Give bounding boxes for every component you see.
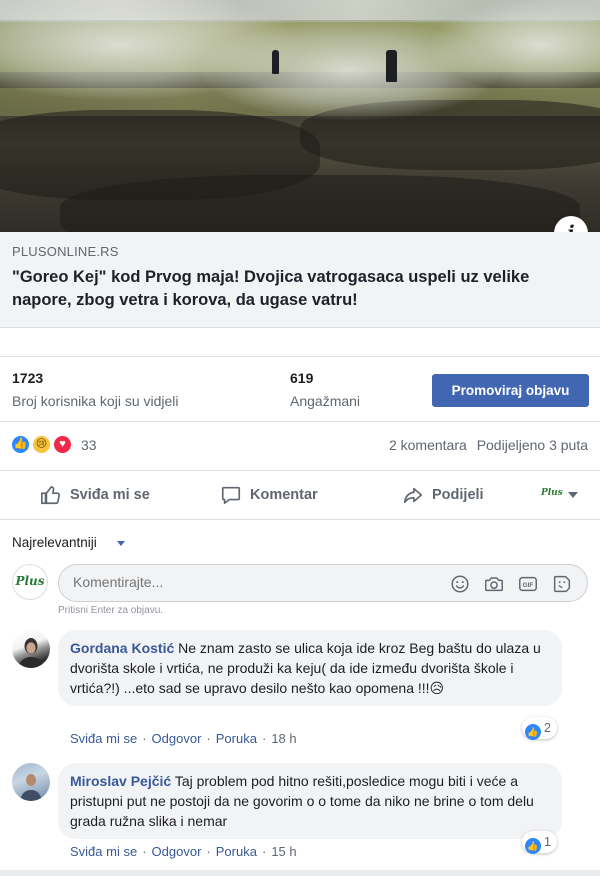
post-card: i PLUSONLINE.RS "Goreo Kej" kod Prvog ma…: [0, 0, 600, 870]
comment-input[interactable]: [73, 574, 423, 590]
comment-reply-link[interactable]: Odgovor: [152, 731, 202, 746]
comment-count[interactable]: 2 komentara: [389, 437, 467, 453]
share-count[interactable]: Podijeljeno 3 puta: [477, 437, 588, 453]
sticker-icon[interactable]: [551, 573, 573, 595]
comment-time[interactable]: 15 h: [271, 844, 296, 859]
comment-sort-dropdown[interactable]: Najrelevantniji: [12, 535, 97, 550]
svg-text:GIF: GIF: [523, 582, 534, 589]
comment-message-link[interactable]: Poruka: [216, 844, 257, 859]
action-bar: Sviđa mi se Komentar Podijeli Plus: [0, 470, 600, 520]
comment-time[interactable]: 18 h: [271, 731, 296, 746]
page-avatar[interactable]: Plus: [12, 564, 48, 600]
comment-bubble: Gordana Kostić Ne znam zasto se ulica ko…: [58, 630, 562, 706]
like-icon[interactable]: 👍: [10, 434, 31, 455]
comment-like-link[interactable]: Sviđa mi se: [70, 844, 137, 859]
comment-composer[interactable]: GIF: [58, 564, 588, 602]
chevron-down-icon[interactable]: [568, 492, 578, 498]
avatar[interactable]: [12, 763, 50, 801]
sad-icon[interactable]: 😢: [31, 434, 52, 455]
like-button[interactable]: Sviđa mi se: [40, 484, 170, 506]
sort-caret-icon[interactable]: [117, 541, 125, 546]
reactions-summary: 👍 😢 ♥ 33 2 komentara Podijeljeno 3 puta: [0, 428, 600, 462]
comment-bubble: Miroslav Pejčić Taj problem pod hitno re…: [58, 763, 562, 839]
like-icon: 👍: [525, 724, 541, 740]
firefighter-figure: [386, 50, 397, 82]
love-icon[interactable]: ♥: [52, 434, 73, 455]
post-insights: 1723 Broj korisnika koji su vidjeli 619 …: [0, 356, 600, 422]
promote-post-button[interactable]: Promoviraj objavu: [432, 374, 589, 407]
reaction-count[interactable]: 33: [81, 437, 97, 453]
comment-icon: [221, 486, 241, 505]
comment-reaction-count[interactable]: 👍 2: [522, 717, 557, 740]
link-title[interactable]: "Goreo Kej" kod Prvog maja! Dvojica vatr…: [12, 266, 572, 312]
comment-like-link[interactable]: Sviđa mi se: [70, 731, 137, 746]
link-domain: PLUSONLINE.RS: [12, 244, 119, 259]
comment-meta: Sviđa mi se · Odgovor · Poruka · 15 h: [70, 844, 297, 859]
comment-author[interactable]: Miroslav Pejčić: [70, 773, 171, 789]
thumbs-up-icon: [41, 485, 61, 505]
comment-meta: Sviđa mi se · Odgovor · Poruka · 18 h: [70, 731, 297, 746]
comment-reaction-count[interactable]: 👍 1: [522, 831, 557, 854]
firefighter-figure: [272, 50, 279, 74]
camera-icon[interactable]: [483, 573, 505, 595]
emoji-icon[interactable]: [449, 573, 471, 595]
comment-author[interactable]: Gordana Kostić: [70, 640, 174, 656]
engagement-counts: 2 komentara Podijeljeno 3 puta: [389, 437, 588, 453]
share-button[interactable]: Podijeli: [402, 484, 512, 506]
composer-hint: Pritisni Enter za objavu.: [58, 605, 164, 616]
reach-label[interactable]: Broj korisnika koji su vidjeli: [12, 393, 179, 409]
reach-value: 1723: [12, 370, 44, 386]
share-icon: [403, 487, 423, 504]
engagement-label[interactable]: Angažmani: [290, 393, 360, 409]
comment-message-link[interactable]: Poruka: [216, 731, 257, 746]
like-icon: 👍: [525, 838, 541, 854]
link-preview[interactable]: PLUSONLINE.RS "Goreo Kej" kod Prvog maja…: [0, 232, 600, 328]
avatar[interactable]: [12, 630, 50, 668]
article-image[interactable]: [0, 0, 600, 232]
page-avatar-small[interactable]: Plus: [541, 488, 563, 502]
engagement-value: 619: [290, 370, 314, 386]
comment-button[interactable]: Komentar: [220, 484, 340, 506]
comment-reply-link[interactable]: Odgovor: [152, 844, 202, 859]
gif-icon[interactable]: GIF: [517, 573, 539, 595]
